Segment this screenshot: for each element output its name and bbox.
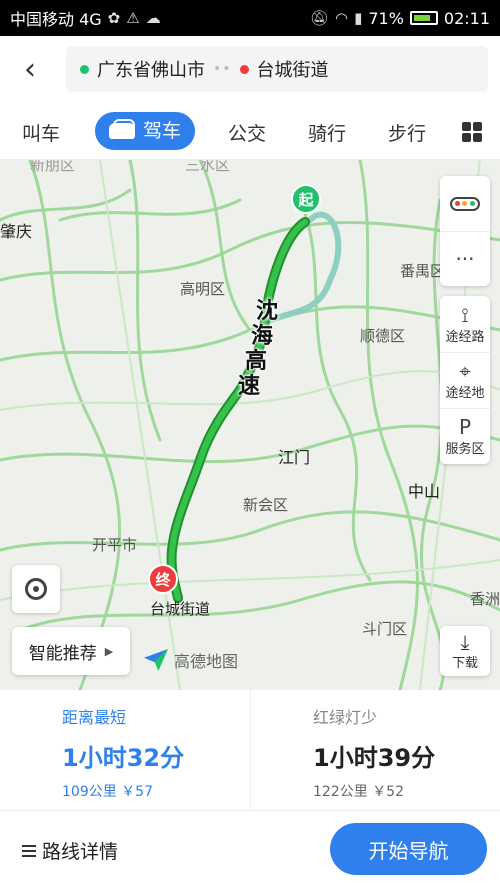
warning-icon: ⚠ [126,9,140,27]
more-button[interactable]: ··· [440,231,490,286]
back-button[interactable]: ‹ [0,36,60,102]
map-view[interactable]: 肇庆 高明区 番禺区 顺德区 江门 中山 新会区 开平市 斗门区 香洲 三水区 … [0,160,500,690]
route-detail-button[interactable]: 路线详情 [22,837,118,864]
route-option-shortest[interactable]: 距离最短 1小时32分 109公里 ￥57 [0,690,250,810]
map-place-zhongshan: 中山 [408,482,441,501]
tab-drive-label: 驾车 [143,120,182,142]
waypoint-road-label: 途经路 [445,329,485,345]
tab-drive[interactable]: 驾车 [95,112,196,150]
download-label: 下载 [451,655,478,671]
car-icon [109,119,135,139]
grid-menu-icon[interactable] [462,122,482,142]
map-place-panyu: 番禺区 [400,262,446,280]
carrier-label: 中国移动 4G [10,10,102,29]
end-marker-label: 终 [155,570,171,589]
play-triangle-icon: ▶ [104,644,114,658]
tab-transit[interactable]: 公交 [228,119,266,146]
bottom-bar: 路线详情 开始导航 [0,810,500,889]
origin-label: 广东省佛山市 [97,60,205,81]
route-option-meta: 109公里 ￥57 [62,784,153,800]
route-detail-label: 路线详情 [42,841,119,863]
route-option-tag: 距离最短 [62,708,127,727]
map-place-xiangzhou: 香洲 [470,590,500,608]
route-summary[interactable]: 广东省佛山市 •• 台城街道 [66,46,488,92]
map-place-xinghu: 新朋区 [30,160,76,174]
chevron-left-icon: ‹ [24,51,36,87]
map-place-zhaoqing: 肇庆 [0,222,33,241]
route-option-meta: 122公里 ￥52 [313,784,404,800]
app-notification-icon: ✿ [107,9,121,27]
parking-icon: P [458,415,472,439]
brand-watermark: 高德地图 [144,648,238,672]
map-place-gaoming: 高明区 [180,280,226,298]
map-place-doumen: 斗门区 [362,620,408,638]
traffic-light-icon [450,196,480,211]
tab-walking[interactable]: 步行 [388,119,426,146]
locate-button[interactable] [12,565,60,613]
end-marker[interactable]: 终 [148,564,178,594]
signal-icon: ▮ [354,9,363,27]
more-dots-icon: ··· [455,247,475,271]
route-options: 距离最短 1小时32分 109公里 ￥57 红绿灯少 1小时39分 122公里 … [0,690,500,810]
service-area-button[interactable]: P 服务区 [440,408,490,464]
map-roads [0,160,500,690]
list-icon [22,844,36,857]
service-area-label: 服务区 [445,442,485,457]
travel-mode-tabs: 叫车 驾车 公交 骑行 步行 [0,102,500,160]
crosshair-icon [25,578,47,600]
tab-cycling[interactable]: 骑行 [308,119,346,146]
route-option-fewer-lights[interactable]: 红绿灯少 1小时39分 122公里 ￥52 [250,690,500,810]
destination-label: 台城街道 [256,60,329,81]
route-header: ‹ 广东省佛山市 •• 台城街道 [0,36,500,102]
mute-icon: 🔕︎ [309,9,329,27]
waypoint-road-button[interactable]: ⟟ 途经路 [440,296,490,352]
map-place-jiangmen: 江门 [278,448,311,467]
download-icon: ⤓ [460,629,470,654]
map-pin-icon: ⌖ [459,359,471,383]
destination-dot-icon [239,64,249,74]
download-button[interactable]: ⤓ 下载 [440,626,490,676]
battery-icon [409,11,438,25]
waypoint-place-button[interactable]: ⌖ 途经地 [440,352,490,408]
route-name-char: 速 [238,374,261,399]
waypoint-panel: ⟟ 途经路 ⌖ 途经地 P 服务区 [440,296,490,464]
start-marker-label: 起 [298,190,314,209]
status-bar: 中国移动 4G ✿ ⚠ ☁ 🔕︎ ◠ ▮ 71% 02:11 [0,0,500,36]
route-option-tag: 红绿灯少 [313,708,378,727]
map-place-xinhui: 新会区 [243,496,289,514]
battery-percent: 71% [368,8,404,28]
tab-taxi[interactable]: 叫车 [22,119,60,146]
map-destination-label: 台城街道 [150,600,211,618]
map-place-shunde: 顺德区 [360,327,406,345]
brand-label: 高德地图 [174,652,239,671]
clock: 02:11 [443,8,490,28]
wifi-icon: ◠ [334,9,349,27]
traffic-toggle-button[interactable] [440,176,490,231]
waypoint-place-label: 途经地 [445,386,485,401]
map-place-kaiping: 开平市 [92,536,138,554]
map-tools-panel: ··· [440,176,490,286]
start-marker[interactable]: 起 [291,184,321,214]
map-place-sanshui: 三水区 [185,160,231,174]
route-path-icon: ⟟ [461,302,469,327]
route-option-time: 1小时32分 [62,744,185,772]
start-navigation-button[interactable]: 开始导航 [330,823,487,875]
smart-recommend-label: 智能推荐 [28,643,97,664]
weather-icon: ☁ [145,9,161,27]
separator-dots: •• [213,61,232,77]
origin-dot-icon [80,64,89,74]
amap-logo-icon [144,649,168,671]
smart-recommend-button[interactable]: 智能推荐 ▶ [12,627,130,675]
route-option-time: 1小时39分 [313,744,436,772]
